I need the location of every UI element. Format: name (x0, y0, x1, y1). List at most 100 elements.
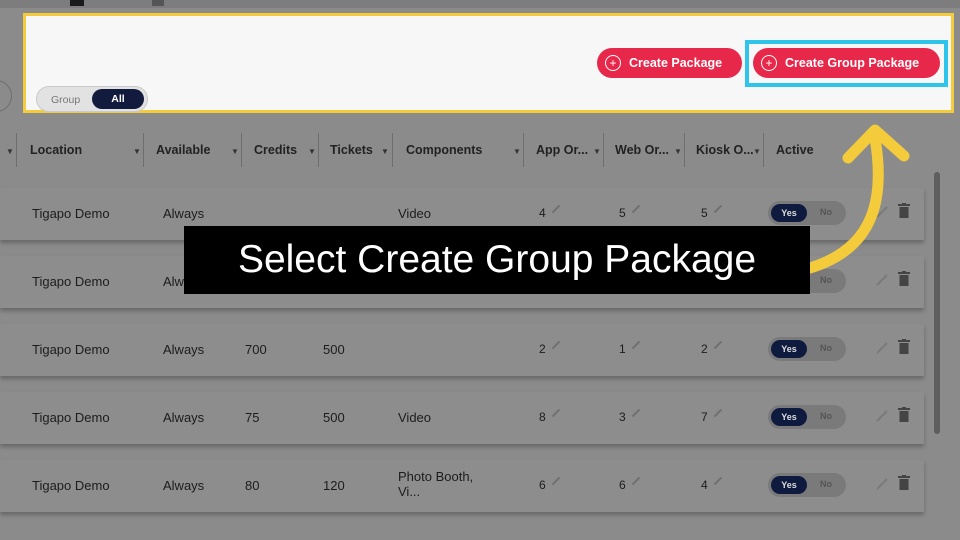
table-row[interactable]: Tigapo Demo Always 700 500 2 1 2 Yes No (0, 324, 924, 376)
create-group-package-label: Create Group Package (785, 56, 920, 70)
toggle-option-all[interactable]: All (92, 89, 144, 109)
left-edge-button[interactable] (0, 80, 12, 112)
pencil-icon[interactable] (713, 340, 723, 350)
column-header-available[interactable]: Available (156, 143, 210, 157)
column-divider (16, 133, 17, 167)
tutorial-caption: Select Create Group Package (184, 226, 810, 294)
active-no[interactable]: No (820, 479, 832, 489)
top-strip-mark (70, 0, 84, 6)
cell-web-orders: 6 (619, 478, 626, 492)
cell-app-orders: 8 (539, 410, 546, 424)
column-header-tickets[interactable]: Tickets (330, 143, 373, 157)
column-header-components[interactable]: Components (406, 143, 482, 157)
active-yes[interactable]: Yes (771, 340, 807, 358)
active-yes[interactable]: Yes (771, 408, 807, 426)
pencil-icon[interactable] (631, 204, 641, 214)
cell-tickets: 120 (323, 478, 345, 493)
active-toggle[interactable]: Yes No (768, 337, 846, 361)
vertical-scrollbar[interactable] (934, 172, 940, 434)
sort-caret-icon[interactable]: ▼ (133, 147, 141, 156)
cell-credits: 75 (245, 410, 260, 425)
pencil-icon[interactable] (551, 476, 561, 486)
edit-pencil-icon[interactable] (876, 410, 888, 422)
cell-app-orders: 6 (539, 478, 546, 492)
column-divider (143, 133, 144, 167)
cell-components: Video (398, 410, 432, 425)
pencil-icon[interactable] (713, 476, 723, 486)
cell-credits: 80 (245, 478, 260, 493)
toolbar-highlight: + Create Package + Create Group Package … (23, 13, 954, 113)
cell-available: Always (163, 478, 205, 493)
table-row[interactable]: Tigapo Demo Always 80 120 Photo Booth, Vi...… (0, 460, 924, 512)
column-header-kiosk-orders[interactable]: Kiosk O... (696, 143, 754, 157)
top-strip (0, 0, 960, 8)
column-divider (763, 133, 764, 167)
cell-location: Tigapo Demo (32, 478, 110, 493)
pencil-icon[interactable] (551, 204, 561, 214)
cell-location: Tigapo Demo (32, 410, 110, 425)
cell-web-orders: 1 (619, 342, 626, 356)
cell-tickets: 500 (323, 342, 345, 357)
cell-components: Photo Booth, Vi... (398, 469, 474, 499)
cell-available: Alw (163, 274, 184, 289)
cell-kiosk-orders: 7 (701, 410, 708, 424)
column-header-credits[interactable]: Credits (254, 143, 297, 157)
column-divider (392, 133, 393, 167)
pencil-icon[interactable] (551, 408, 561, 418)
create-group-package-button[interactable]: + Create Group Package (753, 48, 940, 78)
trash-icon[interactable] (898, 407, 910, 422)
trash-icon[interactable] (898, 339, 910, 354)
active-toggle[interactable]: Yes No (768, 473, 846, 497)
cell-available: Always (163, 206, 205, 221)
sort-caret-icon[interactable]: ▼ (593, 147, 601, 156)
sort-caret-icon[interactable]: ▼ (513, 147, 521, 156)
cell-location: Tigapo Demo (32, 274, 110, 289)
active-toggle[interactable]: Yes No (768, 405, 846, 429)
plus-circle-icon: + (605, 55, 621, 71)
toggle-option-group[interactable]: Group (51, 94, 80, 106)
cell-tickets: 500 (323, 410, 345, 425)
edit-pencil-icon[interactable] (876, 342, 888, 354)
sort-caret-icon[interactable]: ▼ (308, 147, 316, 156)
column-divider (684, 133, 685, 167)
column-header-app-orders[interactable]: App Or... (536, 143, 588, 157)
pencil-icon[interactable] (631, 340, 641, 350)
pencil-icon[interactable] (631, 476, 641, 486)
cell-web-orders: 5 (619, 206, 626, 220)
cell-components: Video (398, 206, 432, 221)
cell-kiosk-orders: 4 (701, 478, 708, 492)
active-no[interactable]: No (820, 343, 832, 353)
column-header-web-orders[interactable]: Web Or... (615, 143, 669, 157)
trash-icon[interactable] (898, 475, 910, 490)
create-package-button[interactable]: + Create Package (597, 48, 742, 78)
table-row[interactable]: Tigapo Demo Always 75 500 Video 8 3 7 Yes No (0, 392, 924, 444)
cell-app-orders: 4 (539, 206, 546, 220)
cell-kiosk-orders: 5 (701, 206, 708, 220)
pencil-icon[interactable] (713, 204, 723, 214)
sort-caret-icon[interactable]: ▼ (753, 147, 761, 156)
pencil-icon[interactable] (631, 408, 641, 418)
cell-app-orders: 2 (539, 342, 546, 356)
active-no[interactable]: No (820, 411, 832, 421)
sort-caret-icon[interactable]: ▼ (674, 147, 682, 156)
edit-pencil-icon[interactable] (876, 478, 888, 490)
cell-available: Always (163, 342, 205, 357)
active-yes[interactable]: Yes (771, 476, 807, 494)
sort-caret-icon[interactable]: ▼ (6, 147, 14, 156)
cell-web-orders: 3 (619, 410, 626, 424)
cell-location: Tigapo Demo (32, 206, 110, 221)
column-header-location[interactable]: Location (30, 143, 82, 157)
column-divider (603, 133, 604, 167)
column-divider (523, 133, 524, 167)
pencil-icon[interactable] (713, 408, 723, 418)
group-all-toggle[interactable]: Group All (36, 86, 148, 112)
cell-available: Always (163, 410, 205, 425)
column-divider (318, 133, 319, 167)
pencil-icon[interactable] (551, 340, 561, 350)
cell-kiosk-orders: 2 (701, 342, 708, 356)
create-package-label: Create Package (629, 56, 723, 70)
plus-circle-icon: + (761, 55, 777, 71)
sort-caret-icon[interactable]: ▼ (231, 147, 239, 156)
sort-caret-icon[interactable]: ▼ (381, 147, 389, 156)
cell-credits: 700 (245, 342, 267, 357)
